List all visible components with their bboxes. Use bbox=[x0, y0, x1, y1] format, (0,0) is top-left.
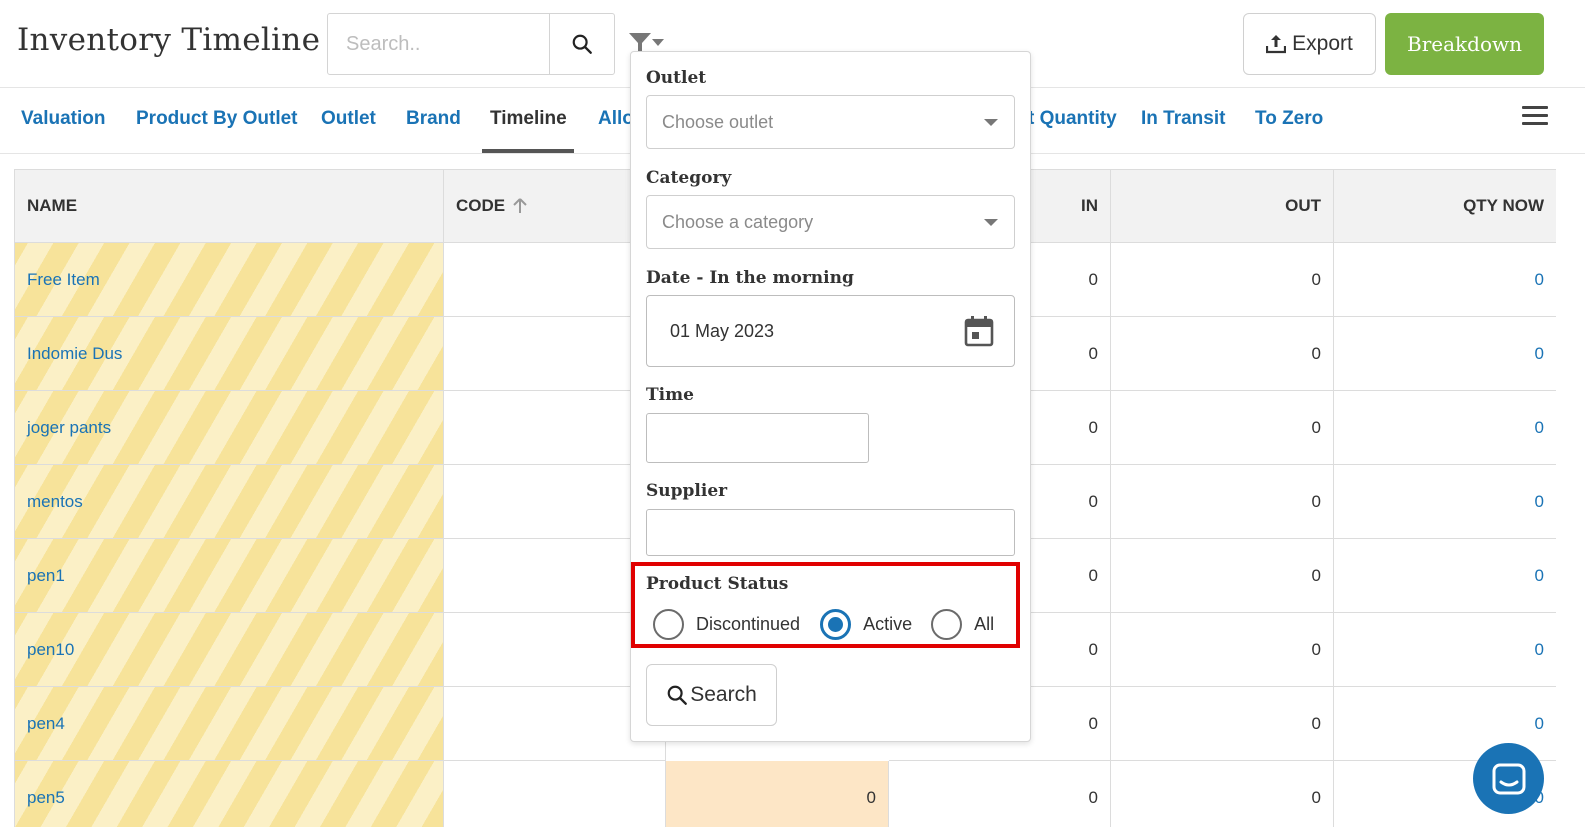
qty-now-link[interactable]: 0 bbox=[1334, 317, 1556, 391]
tab-quantity[interactable]: t Quantity bbox=[1028, 108, 1117, 130]
tab-brand[interactable]: Brand bbox=[406, 108, 461, 130]
tab-allocation[interactable]: Allo bbox=[598, 108, 634, 130]
calendar-icon[interactable] bbox=[964, 315, 994, 347]
chevron-down-icon bbox=[984, 119, 998, 126]
product-name-link[interactable]: pen1 bbox=[15, 539, 444, 613]
breakdown-button[interactable]: Breakdown bbox=[1385, 13, 1544, 75]
outlet-select[interactable]: Choose outlet bbox=[646, 95, 1015, 149]
search-button[interactable] bbox=[550, 14, 614, 74]
out-cell: 0 bbox=[1111, 539, 1334, 613]
category-label: Category bbox=[646, 168, 732, 188]
product-name-link[interactable]: pen5 bbox=[15, 761, 444, 827]
tab-outlet[interactable]: Outlet bbox=[321, 108, 376, 130]
radio-all[interactable] bbox=[931, 609, 963, 640]
product-name-link[interactable]: pen10 bbox=[15, 613, 444, 687]
column-header-name[interactable]: NAME bbox=[15, 170, 444, 243]
in-cell: 0 bbox=[889, 761, 1111, 827]
filter-panel: Outlet Choose outlet Category Choose a c… bbox=[630, 51, 1031, 742]
time-input[interactable] bbox=[646, 413, 869, 463]
menu-icon[interactable] bbox=[1522, 106, 1548, 128]
qty-now-link[interactable]: 0 bbox=[1334, 465, 1556, 539]
outlet-select-value: Choose outlet bbox=[662, 111, 774, 132]
qty-now-link[interactable]: 0 bbox=[1334, 613, 1556, 687]
out-cell: 0 bbox=[1111, 391, 1334, 465]
column-header-out[interactable]: OUT bbox=[1111, 170, 1334, 243]
active-tab-indicator bbox=[482, 149, 574, 153]
tab-to-zero[interactable]: To Zero bbox=[1255, 108, 1323, 130]
tab-in-transit[interactable]: In Transit bbox=[1141, 108, 1225, 130]
category-select[interactable]: Choose a category bbox=[646, 195, 1015, 249]
tab-timeline[interactable]: Timeline bbox=[490, 108, 567, 130]
qty-now-link[interactable]: 0 bbox=[1334, 391, 1556, 465]
chat-icon bbox=[1492, 763, 1525, 794]
date-picker-field[interactable]: 01 May 2023 bbox=[646, 295, 1015, 367]
search-icon bbox=[572, 34, 592, 54]
category-select-value: Choose a category bbox=[662, 211, 814, 232]
out-cell: 0 bbox=[1111, 243, 1334, 317]
status-option-all[interactable]: All bbox=[931, 609, 994, 640]
status-option-label: All bbox=[974, 614, 995, 634]
chat-widget-button[interactable] bbox=[1473, 743, 1544, 814]
product-name-link[interactable]: Indomie Dus bbox=[15, 317, 444, 391]
search-box bbox=[327, 13, 615, 75]
product-status-radio-group: Discontinued Active All bbox=[653, 609, 994, 640]
date-value: 01 May 2023 bbox=[670, 320, 775, 341]
sort-ascending-icon bbox=[513, 198, 527, 213]
date-label: Date - In the morning bbox=[646, 268, 854, 288]
product-name-link[interactable]: mentos bbox=[15, 465, 444, 539]
product-name-link[interactable]: joger pants bbox=[15, 391, 444, 465]
supplier-input[interactable] bbox=[646, 509, 1015, 556]
out-cell: 0 bbox=[1111, 317, 1334, 391]
chevron-down-icon bbox=[984, 219, 998, 226]
product-status-label: Product Status bbox=[646, 574, 789, 594]
radio-discontinued[interactable] bbox=[653, 609, 684, 640]
qty-now-link[interactable]: 0 bbox=[1334, 243, 1556, 317]
qty-now-link[interactable]: 0 bbox=[1334, 539, 1556, 613]
export-icon bbox=[1266, 35, 1287, 54]
tab-product-by-outlet[interactable]: Product By Outlet bbox=[136, 108, 298, 130]
outlet-label: Outlet bbox=[646, 68, 707, 88]
chevron-down-icon bbox=[652, 39, 664, 46]
code-cell bbox=[444, 761, 666, 827]
out-cell: 0 bbox=[1111, 687, 1334, 761]
filter-search-button[interactable]: Search bbox=[646, 664, 777, 726]
search-input[interactable] bbox=[328, 14, 550, 74]
status-option-discontinued[interactable]: Discontinued bbox=[653, 609, 800, 640]
export-label: Export bbox=[1292, 32, 1353, 55]
export-button[interactable]: Export bbox=[1243, 13, 1376, 75]
radio-active[interactable] bbox=[820, 609, 852, 640]
status-option-active[interactable]: Active bbox=[820, 609, 912, 640]
out-cell: 0 bbox=[1111, 465, 1334, 539]
status-option-label: Discontinued bbox=[696, 614, 801, 634]
status-option-label: Active bbox=[863, 614, 913, 634]
out-cell: 0 bbox=[1111, 613, 1334, 687]
supplier-label: Supplier bbox=[646, 481, 728, 501]
page-title: Inventory Timeline bbox=[17, 22, 321, 58]
product-name-link[interactable]: pen4 bbox=[15, 687, 444, 761]
filter-search-label: Search bbox=[690, 683, 757, 706]
out-cell: 0 bbox=[1111, 761, 1334, 827]
search-icon bbox=[667, 685, 688, 705]
product-name-link[interactable]: Free Item bbox=[15, 243, 444, 317]
tab-valuation[interactable]: Valuation bbox=[21, 108, 105, 130]
column-header-qty-now[interactable]: QTY NOW bbox=[1334, 170, 1556, 243]
qty-before-cell: 0 bbox=[666, 761, 889, 827]
time-label: Time bbox=[646, 385, 694, 405]
